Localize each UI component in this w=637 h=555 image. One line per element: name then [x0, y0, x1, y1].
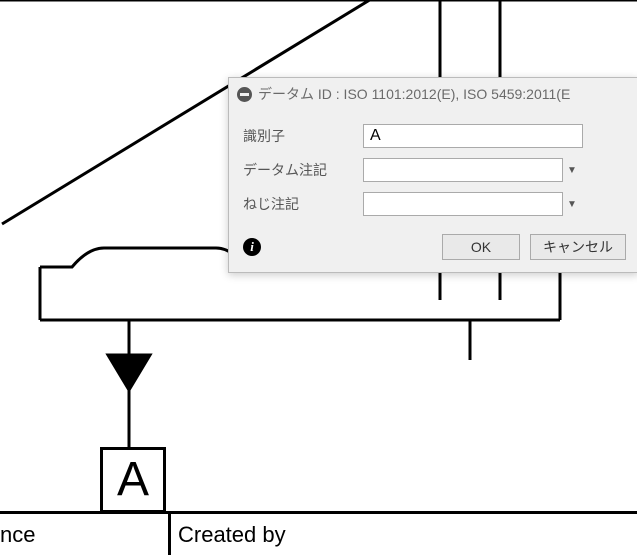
- titleblock-divider: [168, 511, 171, 555]
- datum-id-dialog: データム ID : ISO 1101:2012(E), ISO 5459:201…: [228, 77, 637, 273]
- combo-thread-note: ▼: [363, 192, 581, 216]
- chevron-down-icon[interactable]: ▼: [563, 158, 581, 182]
- label-identifier: 識別子: [243, 126, 363, 146]
- titleblock-created-by-label: Created by: [178, 522, 286, 548]
- ok-button[interactable]: OK: [442, 234, 520, 260]
- input-thread-note[interactable]: [363, 192, 563, 216]
- cancel-button[interactable]: キャンセル: [530, 234, 626, 260]
- datum-id-letter: A: [117, 456, 149, 504]
- minus-circle-icon: [237, 87, 252, 102]
- dialog-footer: i OK キャンセル: [229, 228, 637, 272]
- info-icon[interactable]: i: [243, 238, 261, 256]
- combo-datum-note: ▼: [363, 158, 581, 182]
- row-thread-note: ねじ注記 ▼: [243, 192, 624, 216]
- dialog-title-text: データム ID : ISO 1101:2012(E), ISO 5459:201…: [258, 84, 570, 104]
- chevron-down-icon[interactable]: ▼: [563, 192, 581, 216]
- input-datum-note[interactable]: [363, 158, 563, 182]
- titleblock-top-border: [0, 511, 637, 514]
- label-thread-note: ねじ注記: [243, 194, 363, 214]
- label-datum-note: データム注記: [243, 160, 363, 180]
- datum-id-symbol[interactable]: A: [100, 447, 166, 513]
- dialog-titlebar[interactable]: データム ID : ISO 1101:2012(E), ISO 5459:201…: [229, 78, 637, 110]
- row-identifier: 識別子: [243, 124, 624, 148]
- cad-canvas: A nce Created by データム ID : ISO 1101:2012…: [0, 0, 637, 555]
- row-datum-note: データム注記 ▼: [243, 158, 624, 182]
- dialog-body: 識別子 データム注記 ▼ ねじ注記 ▼: [229, 110, 637, 228]
- input-identifier[interactable]: [363, 124, 583, 148]
- titleblock-cell-left: nce: [0, 522, 35, 548]
